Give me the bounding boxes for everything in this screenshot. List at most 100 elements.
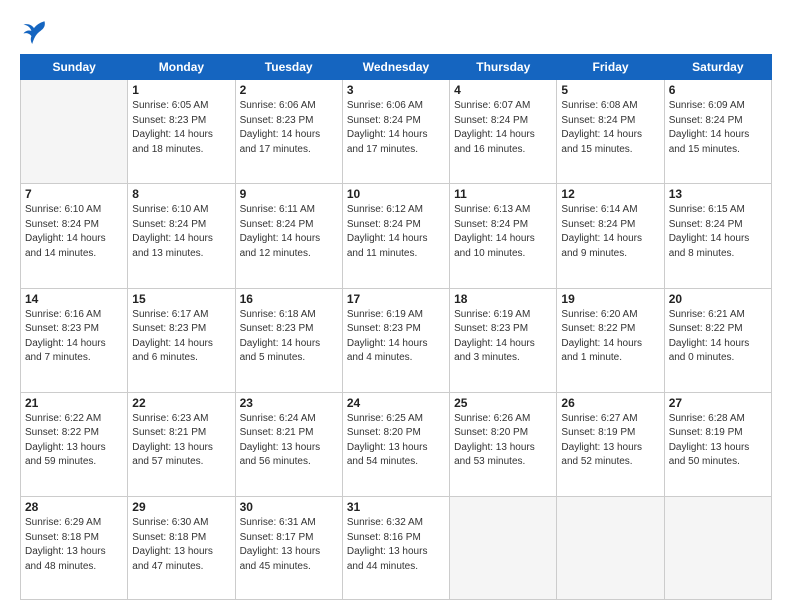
calendar-cell: 29 Sunrise: 6:30 AM Sunset: 8:18 PM Dayli…	[128, 497, 235, 600]
calendar-cell: 15Sunrise: 6:17 AM Sunset: 8:23 PM Dayli…	[128, 288, 235, 392]
day-number: 6	[669, 83, 767, 97]
day-number: 7	[25, 187, 123, 201]
calendar-cell: 27 Sunrise: 6:28 AM Sunset: 8:19 PM Dayli…	[664, 392, 771, 496]
calendar-week-row: 14Sunrise: 6:16 AM Sunset: 8:23 PM Dayli…	[21, 288, 772, 392]
logo	[20, 16, 52, 44]
day-number: 3	[347, 83, 445, 97]
day-number: 22	[132, 396, 230, 410]
calendar-cell: 14Sunrise: 6:16 AM Sunset: 8:23 PM Dayli…	[21, 288, 128, 392]
day-info: Sunrise: 6:07 AM Sunset: 8:24 PM Dayligh…	[454, 99, 552, 157]
day-number: 29	[132, 500, 230, 514]
day-number: 17	[347, 292, 445, 306]
day-info: Sunrise: 6:08 AM Sunset: 8:24 PM Dayligh…	[561, 99, 659, 157]
day-number: 14	[25, 292, 123, 306]
calendar-week-row: 7 Sunrise: 6:10 AM Sunset: 8:24 PM Daylig…	[21, 184, 772, 288]
day-info: Sunrise: 6:12 AM Sunset: 8:24 PM Dayligh…	[347, 203, 445, 261]
day-info: Sunrise: 6:28 AM Sunset: 8:19 PM Dayligh…	[669, 412, 767, 470]
day-number: 10	[347, 187, 445, 201]
calendar-cell: 5 Sunrise: 6:08 AM Sunset: 8:24 PM Daylig…	[557, 80, 664, 184]
day-number: 12	[561, 187, 659, 201]
day-number: 24	[347, 396, 445, 410]
day-number: 31	[347, 500, 445, 514]
day-info: Sunrise: 6:10 AM Sunset: 8:24 PM Dayligh…	[132, 203, 230, 261]
calendar-cell: 9 Sunrise: 6:11 AM Sunset: 8:24 PM Daylig…	[235, 184, 342, 288]
logo-bird-icon	[20, 16, 48, 44]
day-info: Sunrise: 6:30 AM Sunset: 8:18 PM Dayligh…	[132, 516, 230, 574]
day-info: Sunrise: 6:17 AM Sunset: 8:23 PM Dayligh…	[132, 308, 230, 366]
day-number: 27	[669, 396, 767, 410]
calendar-table: SundayMondayTuesdayWednesdayThursdayFrid…	[20, 54, 772, 600]
calendar-cell: 6Sunrise: 6:09 AM Sunset: 8:24 PM Daylig…	[664, 80, 771, 184]
day-number: 20	[669, 292, 767, 306]
calendar-cell: 25 Sunrise: 6:26 AM Sunset: 8:20 PM Dayli…	[450, 392, 557, 496]
day-number: 4	[454, 83, 552, 97]
day-number: 1	[132, 83, 230, 97]
day-info: Sunrise: 6:19 AM Sunset: 8:23 PM Dayligh…	[454, 308, 552, 366]
calendar-cell: 10 Sunrise: 6:12 AM Sunset: 8:24 PM Dayli…	[342, 184, 449, 288]
day-info: Sunrise: 6:20 AM Sunset: 8:22 PM Dayligh…	[561, 308, 659, 366]
day-info: Sunrise: 6:21 AM Sunset: 8:22 PM Dayligh…	[669, 308, 767, 366]
calendar-cell	[450, 497, 557, 600]
day-number: 5	[561, 83, 659, 97]
weekday-header: Tuesday	[235, 55, 342, 80]
calendar-cell	[557, 497, 664, 600]
day-info: Sunrise: 6:32 AM Sunset: 8:16 PM Dayligh…	[347, 516, 445, 574]
weekday-header: Thursday	[450, 55, 557, 80]
calendar-cell	[21, 80, 128, 184]
calendar-week-row: 21 Sunrise: 6:22 AM Sunset: 8:22 PM Dayli…	[21, 392, 772, 496]
calendar-cell: 13 Sunrise: 6:15 AM Sunset: 8:24 PM Dayli…	[664, 184, 771, 288]
calendar-week-row: 28 Sunrise: 6:29 AM Sunset: 8:18 PM Dayli…	[21, 497, 772, 600]
calendar-cell: 24 Sunrise: 6:25 AM Sunset: 8:20 PM Dayli…	[342, 392, 449, 496]
day-number: 8	[132, 187, 230, 201]
day-info: Sunrise: 6:14 AM Sunset: 8:24 PM Dayligh…	[561, 203, 659, 261]
day-number: 2	[240, 83, 338, 97]
calendar-cell: 26Sunrise: 6:27 AM Sunset: 8:19 PM Dayli…	[557, 392, 664, 496]
day-number: 19	[561, 292, 659, 306]
calendar-cell: 11Sunrise: 6:13 AM Sunset: 8:24 PM Dayli…	[450, 184, 557, 288]
calendar-cell: 19 Sunrise: 6:20 AM Sunset: 8:22 PM Dayli…	[557, 288, 664, 392]
day-info: Sunrise: 6:18 AM Sunset: 8:23 PM Dayligh…	[240, 308, 338, 366]
weekday-header: Saturday	[664, 55, 771, 80]
calendar-cell: 28 Sunrise: 6:29 AM Sunset: 8:18 PM Dayli…	[21, 497, 128, 600]
day-info: Sunrise: 6:24 AM Sunset: 8:21 PM Dayligh…	[240, 412, 338, 470]
calendar-cell: 21 Sunrise: 6:22 AM Sunset: 8:22 PM Dayli…	[21, 392, 128, 496]
day-info: Sunrise: 6:10 AM Sunset: 8:24 PM Dayligh…	[25, 203, 123, 261]
day-number: 16	[240, 292, 338, 306]
day-info: Sunrise: 6:25 AM Sunset: 8:20 PM Dayligh…	[347, 412, 445, 470]
calendar-cell: 2Sunrise: 6:06 AM Sunset: 8:23 PM Daylig…	[235, 80, 342, 184]
calendar-cell	[664, 497, 771, 600]
calendar-cell: 8 Sunrise: 6:10 AM Sunset: 8:24 PM Daylig…	[128, 184, 235, 288]
calendar-cell: 7 Sunrise: 6:10 AM Sunset: 8:24 PM Daylig…	[21, 184, 128, 288]
weekday-header: Wednesday	[342, 55, 449, 80]
calendar-cell: 1 Sunrise: 6:05 AM Sunset: 8:23 PM Daylig…	[128, 80, 235, 184]
calendar-cell: 4 Sunrise: 6:07 AM Sunset: 8:24 PM Daylig…	[450, 80, 557, 184]
day-info: Sunrise: 6:22 AM Sunset: 8:22 PM Dayligh…	[25, 412, 123, 470]
calendar-cell: 18Sunrise: 6:19 AM Sunset: 8:23 PM Dayli…	[450, 288, 557, 392]
day-info: Sunrise: 6:06 AM Sunset: 8:24 PM Dayligh…	[347, 99, 445, 157]
day-info: Sunrise: 6:23 AM Sunset: 8:21 PM Dayligh…	[132, 412, 230, 470]
day-info: Sunrise: 6:29 AM Sunset: 8:18 PM Dayligh…	[25, 516, 123, 574]
day-info: Sunrise: 6:15 AM Sunset: 8:24 PM Dayligh…	[669, 203, 767, 261]
page: SundayMondayTuesdayWednesdayThursdayFrid…	[0, 0, 792, 612]
calendar-week-row: 1 Sunrise: 6:05 AM Sunset: 8:23 PM Daylig…	[21, 80, 772, 184]
day-info: Sunrise: 6:27 AM Sunset: 8:19 PM Dayligh…	[561, 412, 659, 470]
header	[20, 16, 772, 44]
weekday-header: Monday	[128, 55, 235, 80]
day-number: 13	[669, 187, 767, 201]
day-number: 28	[25, 500, 123, 514]
day-number: 25	[454, 396, 552, 410]
day-info: Sunrise: 6:13 AM Sunset: 8:24 PM Dayligh…	[454, 203, 552, 261]
calendar-cell: 12 Sunrise: 6:14 AM Sunset: 8:24 PM Dayli…	[557, 184, 664, 288]
calendar-cell: 17 Sunrise: 6:19 AM Sunset: 8:23 PM Dayli…	[342, 288, 449, 392]
day-number: 30	[240, 500, 338, 514]
calendar-cell: 20 Sunrise: 6:21 AM Sunset: 8:22 PM Dayli…	[664, 288, 771, 392]
calendar-cell: 3 Sunrise: 6:06 AM Sunset: 8:24 PM Daylig…	[342, 80, 449, 184]
day-number: 9	[240, 187, 338, 201]
day-info: Sunrise: 6:31 AM Sunset: 8:17 PM Dayligh…	[240, 516, 338, 574]
day-number: 21	[25, 396, 123, 410]
day-info: Sunrise: 6:19 AM Sunset: 8:23 PM Dayligh…	[347, 308, 445, 366]
day-info: Sunrise: 6:11 AM Sunset: 8:24 PM Dayligh…	[240, 203, 338, 261]
day-info: Sunrise: 6:26 AM Sunset: 8:20 PM Dayligh…	[454, 412, 552, 470]
day-info: Sunrise: 6:05 AM Sunset: 8:23 PM Dayligh…	[132, 99, 230, 157]
weekday-header: Sunday	[21, 55, 128, 80]
